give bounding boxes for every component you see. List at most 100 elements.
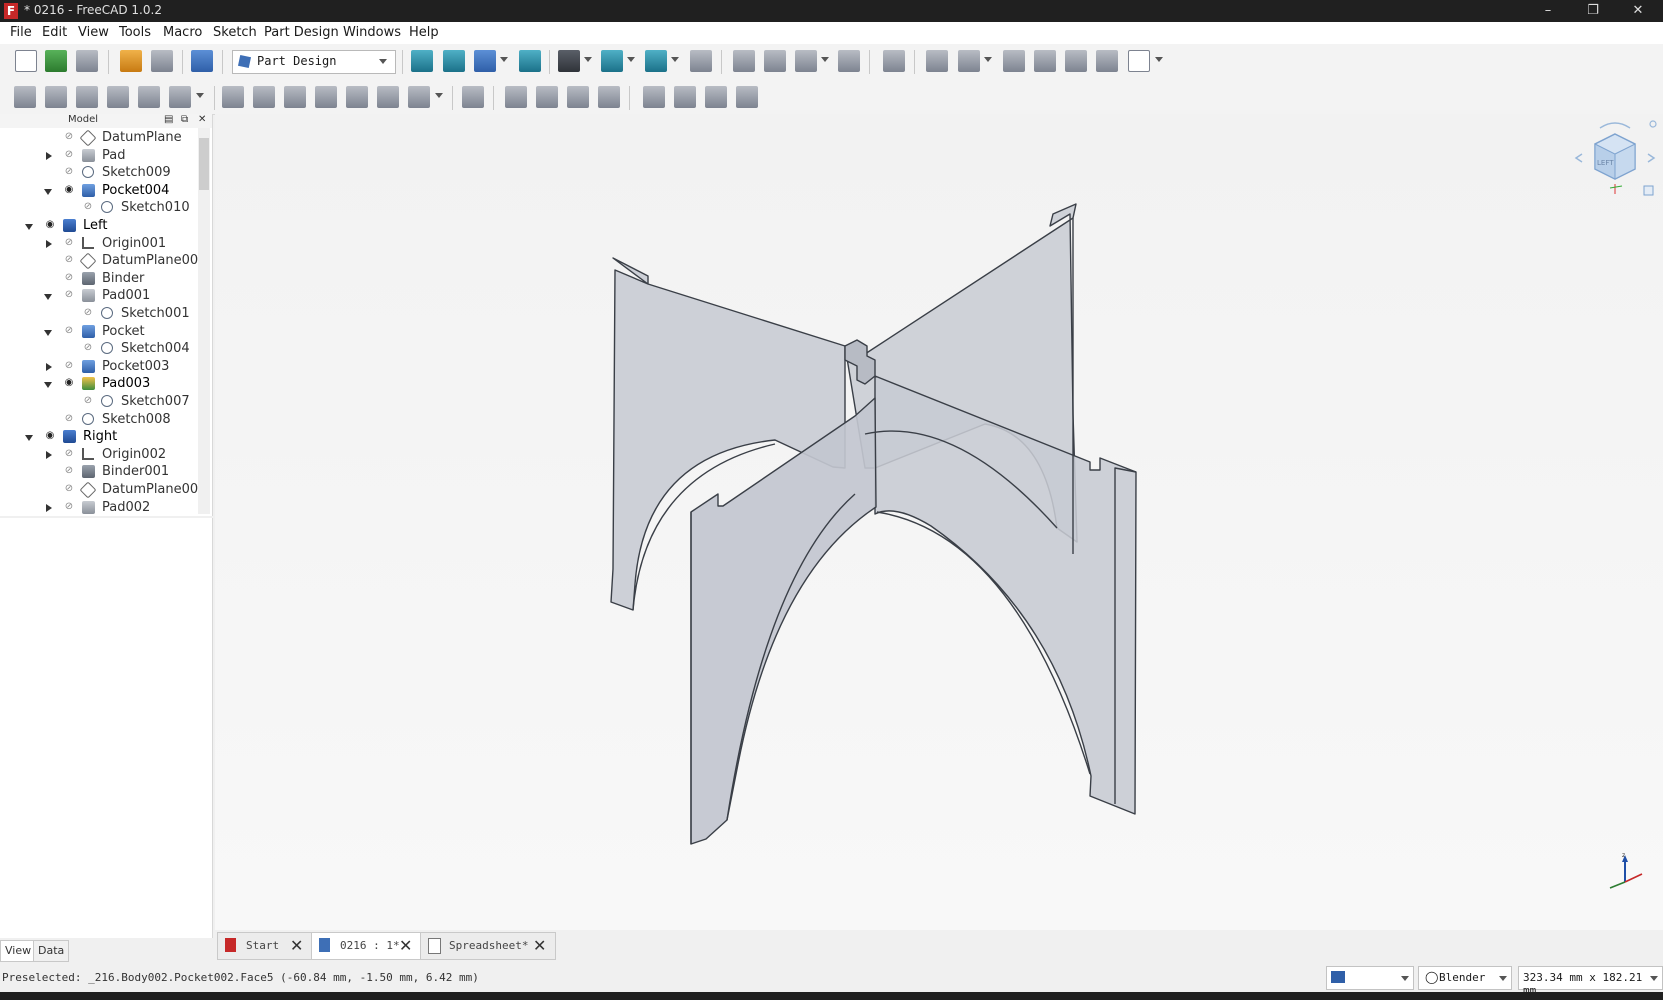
- eye-hidden-icon[interactable]: ⊘: [63, 360, 75, 372]
- groove-tool-icon[interactable]: [284, 86, 306, 108]
- eye-hidden-icon[interactable]: ⊘: [82, 342, 94, 354]
- additive-helix-icon[interactable]: [138, 86, 160, 108]
- tree-item-sketch008[interactable]: ⊘ Sketch008: [0, 412, 196, 429]
- close-tab-icon[interactable]: ✕: [290, 936, 303, 955]
- link-icon[interactable]: [795, 50, 817, 72]
- tree-item-sketch010[interactable]: ⊘ Sketch010: [0, 200, 196, 217]
- tree-item-left[interactable]: ◉ Left: [0, 218, 196, 235]
- menu-sketch[interactable]: Sketch: [213, 25, 257, 40]
- eye-hidden-icon[interactable]: ⊘: [63, 483, 75, 495]
- menu-view[interactable]: View: [78, 25, 109, 40]
- tree-item-pad[interactable]: ⊘ Pad: [0, 148, 196, 165]
- polar-pattern-icon[interactable]: [705, 86, 727, 108]
- tree-item-pad002[interactable]: ⊘ Pad002: [0, 500, 196, 517]
- tree-item-sketch004[interactable]: ⊘ Sketch004: [0, 341, 196, 358]
- eye-hidden-icon[interactable]: ⊘: [63, 413, 75, 425]
- tab-data[interactable]: Data: [33, 940, 70, 962]
- eye-hidden-icon[interactable]: ⊘: [82, 395, 94, 407]
- boolean-tool-icon[interactable]: [462, 86, 484, 108]
- additive-loft-icon[interactable]: [76, 86, 98, 108]
- tab-view[interactable]: View: [0, 940, 37, 962]
- chevron-right-icon[interactable]: [46, 151, 52, 160]
- create-sketch-icon[interactable]: [958, 50, 980, 72]
- clone-icon[interactable]: [1096, 50, 1118, 72]
- 3d-viewport[interactable]: LEFT z: [215, 114, 1663, 930]
- pad-tool-icon[interactable]: [14, 86, 36, 108]
- tree-item-origin002[interactable]: ⊘ Origin002: [0, 447, 196, 464]
- tree-item-binder001[interactable]: ⊘ Binder001: [0, 464, 196, 481]
- tree-item-origin001[interactable]: ⊘ Origin001: [0, 236, 196, 253]
- tab-spreadsheet[interactable]: Spreadsheet* ✕: [420, 932, 556, 960]
- hole-tool-icon[interactable]: [253, 86, 275, 108]
- tree-item-pad001[interactable]: ⊘ Pad001: [0, 288, 196, 305]
- datum-point-icon[interactable]: [1034, 50, 1056, 72]
- shape-binder-icon[interactable]: [1065, 50, 1087, 72]
- tree-item-pocket003[interactable]: ⊘ Pocket003: [0, 359, 196, 376]
- eye-hidden-icon[interactable]: ⊘: [63, 501, 75, 513]
- chevron-right-icon[interactable]: [46, 239, 52, 248]
- tree-scrollbar[interactable]: [198, 128, 210, 514]
- measure-icon[interactable]: [645, 50, 667, 72]
- chevron-right-icon[interactable]: [46, 503, 52, 512]
- float-panel-icon[interactable]: ⧉: [181, 114, 188, 125]
- eye-hidden-icon[interactable]: ⊘: [63, 465, 75, 477]
- tree-item-datumplane001[interactable]: ⊘ DatumPlane001: [0, 252, 206, 270]
- eye-hidden-icon[interactable]: ⊘: [63, 272, 75, 284]
- eye-icon[interactable]: ◉: [63, 377, 75, 389]
- tree-item-datumplane002[interactable]: ⊘ DatumPlane002: [0, 481, 206, 499]
- variable-set-icon[interactable]: [838, 50, 860, 72]
- chevron-down-icon[interactable]: [25, 435, 33, 442]
- new-document-icon[interactable]: [15, 50, 37, 72]
- eye-hidden-icon[interactable]: ⊘: [63, 131, 75, 143]
- front-right-panel[interactable]: [874, 375, 1137, 815]
- eye-hidden-icon[interactable]: ⊘: [63, 149, 75, 161]
- eye-hidden-icon[interactable]: ⊘: [63, 254, 75, 266]
- create-group-icon[interactable]: [764, 50, 786, 72]
- whats-this-icon[interactable]: [883, 50, 905, 72]
- menu-file[interactable]: File: [10, 25, 32, 40]
- eye-hidden-icon[interactable]: ⊘: [82, 201, 94, 213]
- eye-icon[interactable]: ◉: [63, 184, 75, 196]
- tree-item-pad003[interactable]: ◉ Pad003: [0, 376, 196, 393]
- thickness-tool-icon[interactable]: [598, 86, 620, 108]
- close-window-button[interactable]: ✕: [1618, 0, 1658, 22]
- navigation-cube[interactable]: LEFT: [1570, 114, 1660, 204]
- redo-icon[interactable]: [151, 50, 173, 72]
- undo-icon[interactable]: [120, 50, 142, 72]
- tree-item-binder[interactable]: ⊘ Binder: [0, 271, 196, 288]
- multi-transform-icon[interactable]: [736, 86, 758, 108]
- chevron-down-icon[interactable]: [44, 294, 52, 301]
- navigation-style-selector[interactable]: ◯ Blender: [1418, 966, 1512, 990]
- datum-plane-tool-icon[interactable]: [1128, 50, 1150, 72]
- collapse-panel-icon[interactable]: ▤: [164, 114, 173, 125]
- validate-sketch-icon[interactable]: [1003, 50, 1025, 72]
- model-view[interactable]: [215, 114, 1663, 930]
- subtractive-primitive-icon[interactable]: [408, 86, 430, 108]
- box-selection-icon[interactable]: [601, 50, 623, 72]
- close-tab-icon[interactable]: ✕: [399, 936, 412, 955]
- chamfer-tool-icon[interactable]: [536, 86, 558, 108]
- linear-pattern-icon[interactable]: [674, 86, 696, 108]
- eye-hidden-icon[interactable]: ⊘: [82, 307, 94, 319]
- subtractive-helix-icon[interactable]: [377, 86, 399, 108]
- fit-all-icon[interactable]: [411, 50, 433, 72]
- fillet-tool-icon[interactable]: [505, 86, 527, 108]
- chevron-down-icon[interactable]: [44, 188, 52, 195]
- menu-macro[interactable]: Macro: [163, 25, 202, 40]
- standard-views-icon[interactable]: [474, 50, 496, 72]
- chevron-right-icon[interactable]: [46, 450, 52, 459]
- tree-item-sketch001[interactable]: ⊘ Sketch001: [0, 306, 196, 323]
- subtractive-loft-icon[interactable]: [315, 86, 337, 108]
- eye-hidden-icon[interactable]: ⊘: [63, 448, 75, 460]
- eye-hidden-icon[interactable]: ⊘: [63, 237, 75, 249]
- draft-tool-icon[interactable]: [567, 86, 589, 108]
- dimension-display[interactable]: 323.34 mm x 182.21 mm: [1518, 966, 1663, 997]
- chevron-down-icon[interactable]: [44, 382, 52, 389]
- close-panel-icon[interactable]: ✕: [198, 114, 206, 125]
- restore-button[interactable]: ❐: [1573, 0, 1613, 22]
- create-body-icon[interactable]: [926, 50, 948, 72]
- chevron-down-icon[interactable]: [25, 224, 33, 230]
- minimize-button[interactable]: –: [1528, 0, 1568, 22]
- eye-hidden-icon[interactable]: ⊘: [63, 325, 75, 337]
- chevron-down-icon[interactable]: [44, 329, 52, 336]
